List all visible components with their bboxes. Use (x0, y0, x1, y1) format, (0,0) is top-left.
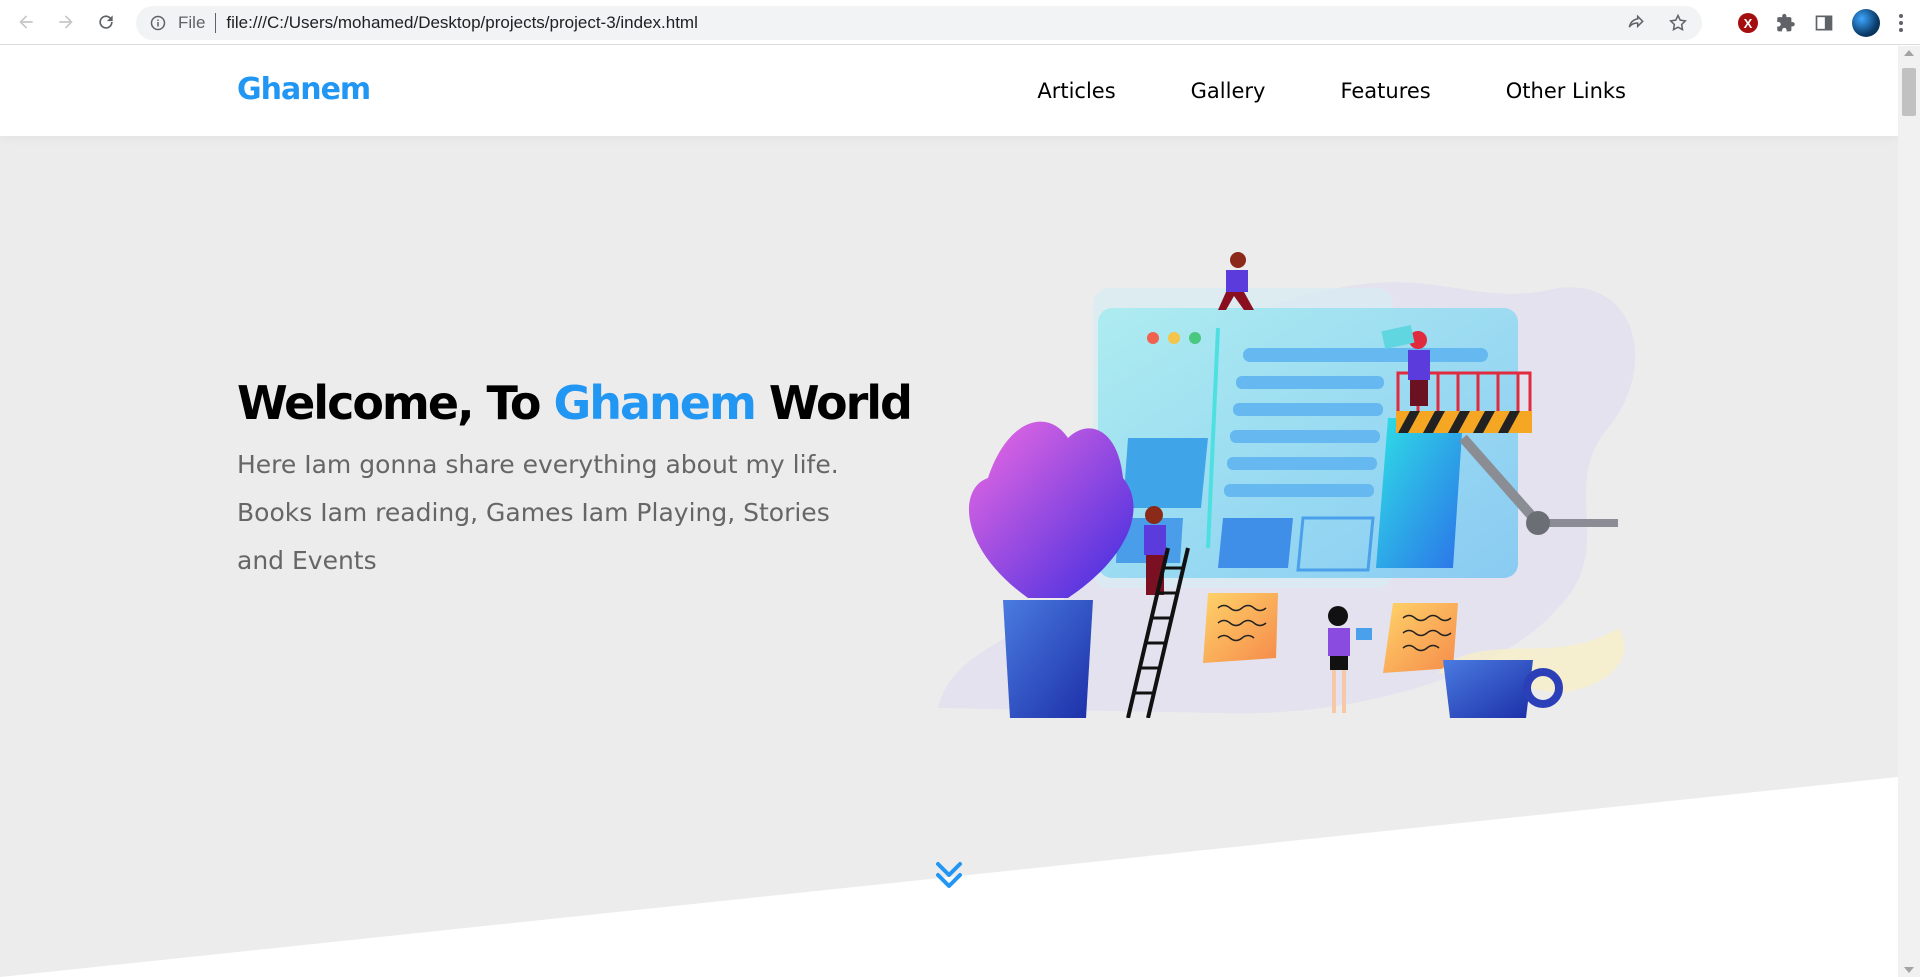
omnibox-actions (1626, 6, 1688, 40)
landing-title-start: Welcome, To (237, 376, 554, 430)
avatar[interactable] (1852, 9, 1880, 37)
landing-section: Welcome, To Ghanem World Here Iam gonna … (0, 136, 1898, 977)
landing-title-end: World (754, 376, 913, 430)
puzzle-icon[interactable] (1776, 13, 1796, 33)
nav-link-features[interactable]: Features (1340, 79, 1430, 103)
nav-link-gallery[interactable]: Gallery (1191, 79, 1266, 103)
reload-icon (99, 15, 113, 29)
browser-extensions: X (1738, 6, 1904, 40)
page-viewport: Ghanem Articles Gallery Features Other L… (0, 46, 1898, 977)
forward-button[interactable] (46, 2, 86, 42)
landing-description: Here Iam gonna share everything about my… (237, 450, 839, 575)
scroll-down-arrow-icon[interactable] (1904, 967, 1914, 973)
site-header: Ghanem Articles Gallery Features Other L… (0, 46, 1898, 136)
back-arrow-icon (19, 15, 33, 29)
back-button[interactable] (6, 2, 46, 42)
extension-icon[interactable]: X (1738, 13, 1758, 33)
browser-toolbar: File file:///C:/Users/mohamed/Desktop/pr… (0, 0, 1920, 45)
scrollbar-thumb[interactable] (1902, 68, 1916, 116)
vertical-scrollbar[interactable] (1898, 46, 1920, 977)
main-nav: Articles Gallery Features Other Links (1037, 46, 1626, 136)
url-text[interactable]: file:///C:/Users/mohamed/Desktop/project… (226, 13, 697, 33)
menu-dots-icon[interactable] (1898, 14, 1904, 32)
side-panel-icon[interactable] (1814, 13, 1834, 33)
nav-link-other-links[interactable]: Other Links (1506, 79, 1626, 103)
url-separator (215, 13, 217, 33)
scroll-up-arrow-icon[interactable] (1904, 50, 1914, 56)
nav-link-articles[interactable]: Articles (1037, 79, 1115, 103)
address-bar[interactable]: File file:///C:/Users/mohamed/Desktop/pr… (136, 6, 1702, 40)
info-icon[interactable] (150, 15, 166, 31)
share-icon[interactable] (1626, 13, 1646, 33)
landing-illustration (938, 252, 1636, 718)
landing-title: Welcome, To Ghanem World (237, 376, 913, 430)
double-chevron-down-icon[interactable] (934, 858, 964, 892)
forward-arrow-icon (59, 15, 73, 29)
star-icon[interactable] (1668, 13, 1688, 33)
url-scheme-label: File (178, 13, 206, 32)
landing-title-accent: Ghanem (553, 376, 756, 430)
reload-button[interactable] (86, 2, 126, 42)
site-logo[interactable]: Ghanem (237, 72, 371, 107)
